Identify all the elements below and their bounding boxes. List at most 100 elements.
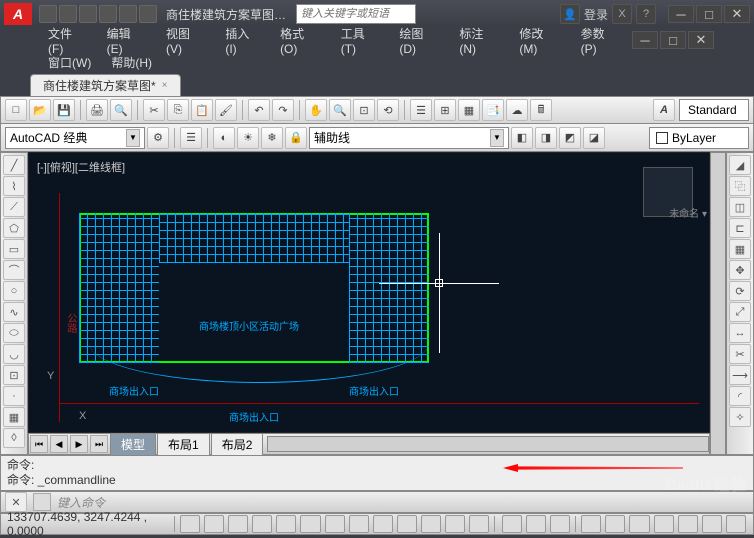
qat-open-icon[interactable] <box>59 5 77 23</box>
redo-icon[interactable]: ↷ <box>272 99 294 121</box>
paste-icon[interactable]: 📋 <box>191 99 213 121</box>
tab-last-icon[interactable]: ⏭ <box>90 435 108 453</box>
ellipse-arc-icon[interactable]: ◡ <box>3 344 25 364</box>
properties-icon[interactable]: ☰ <box>410 99 432 121</box>
open-icon[interactable]: 📂 <box>29 99 51 121</box>
circle-icon[interactable]: ○ <box>3 281 25 301</box>
text-style-icon[interactable]: A <box>653 99 675 121</box>
model-space-icon[interactable] <box>502 515 522 533</box>
new-icon[interactable]: □ <box>5 99 27 121</box>
print-icon[interactable]: 🖨 <box>86 99 108 121</box>
tpy-icon[interactable] <box>421 515 441 533</box>
scale-icon[interactable]: ⤢ <box>729 302 751 322</box>
menu-tools[interactable]: 工具(T) <box>333 23 388 58</box>
command-input[interactable]: 键入命令 <box>57 494 749 511</box>
rectangle-icon[interactable]: ▭ <box>3 239 25 259</box>
layer-tool3-icon[interactable]: ◩ <box>559 127 581 149</box>
tab-next-icon[interactable]: ▶ <box>70 435 88 453</box>
chevron-down-icon[interactable]: ▼ <box>126 129 140 147</box>
region-icon[interactable]: ◊ <box>3 428 25 448</box>
maximize-button[interactable]: □ <box>696 5 722 23</box>
help-icon[interactable]: ? <box>636 4 656 24</box>
osnap-icon[interactable] <box>276 515 296 533</box>
rotate-icon[interactable]: ⟳ <box>729 281 751 301</box>
qat-print-icon[interactable] <box>139 5 157 23</box>
user-icon[interactable]: 👤 <box>560 4 580 24</box>
doc-maximize-button[interactable]: □ <box>660 31 686 49</box>
drawing-canvas[interactable]: [-][俯视][二维线框] 未命名 ▾ 公路 商场楼顶小区活动广场 商场出入口 … <box>28 152 710 433</box>
mirror-icon[interactable]: ◫ <box>729 197 751 217</box>
polar-icon[interactable] <box>252 515 272 533</box>
calc-icon[interactable]: 🖩 <box>530 99 552 121</box>
offset-icon[interactable]: ⊏ <box>729 218 751 238</box>
login-link[interactable]: 登录 <box>584 6 608 23</box>
cut-icon[interactable]: ✂ <box>143 99 165 121</box>
layout-icon[interactable] <box>526 515 546 533</box>
ducs-icon[interactable] <box>349 515 369 533</box>
block-icon[interactable]: ⊡ <box>3 365 25 385</box>
markup-icon[interactable]: ☁ <box>506 99 528 121</box>
freeze-icon[interactable]: ❄ <box>261 127 283 149</box>
explode-icon[interactable]: ✧ <box>729 407 751 427</box>
command-prompt-icon[interactable] <box>33 493 51 511</box>
zoom-window-icon[interactable]: ⊡ <box>353 99 375 121</box>
grid-icon[interactable] <box>204 515 224 533</box>
erase-icon[interactable]: ◢ <box>729 155 751 175</box>
hardware-accel-icon[interactable] <box>678 515 698 533</box>
sc-icon[interactable] <box>469 515 489 533</box>
lock-ui-icon[interactable] <box>654 515 674 533</box>
match-icon[interactable]: 🖌 <box>215 99 237 121</box>
polygon-icon[interactable]: ⬠ <box>3 218 25 238</box>
polyline-icon[interactable]: ⌇ <box>3 176 25 196</box>
workspace-combo[interactable]: AutoCAD 经典 ▼ <box>5 127 145 149</box>
menu-window[interactable]: 窗口(W) <box>40 52 99 73</box>
save-icon[interactable]: 💾 <box>53 99 75 121</box>
dyn-icon[interactable] <box>373 515 393 533</box>
layer-tool2-icon[interactable]: ◨ <box>535 127 557 149</box>
copy-obj-icon[interactable]: ⿻ <box>729 176 751 196</box>
zoom-icon[interactable]: 🔍 <box>329 99 351 121</box>
tab-layout1[interactable]: 布局1 <box>157 433 210 456</box>
menu-annotate[interactable]: 标注(N) <box>451 23 507 58</box>
chevron-down-icon[interactable]: ▼ <box>490 129 504 147</box>
sun-icon[interactable]: ☀ <box>237 127 259 149</box>
close-button[interactable]: ✕ <box>724 5 750 23</box>
sheet-set-icon[interactable]: 📑 <box>482 99 504 121</box>
layer-state-icon[interactable]: ◐ <box>213 127 235 149</box>
undo-icon[interactable]: ↶ <box>248 99 270 121</box>
viewcube-label[interactable]: 未命名 ▾ <box>669 205 707 220</box>
exchange-icon[interactable]: X <box>612 4 632 24</box>
layer-manager-icon[interactable]: ☰ <box>180 127 202 149</box>
aux-layer-combo[interactable]: 辅助线 ▼ <box>309 127 509 149</box>
line-icon[interactable]: ╱ <box>3 155 25 175</box>
tool-palette-icon[interactable]: ▦ <box>458 99 480 121</box>
doc-minimize-button[interactable]: ─ <box>632 31 658 49</box>
ortho-icon[interactable] <box>228 515 248 533</box>
copy-icon[interactable]: ⎘ <box>167 99 189 121</box>
workspace-switch-icon[interactable] <box>629 515 649 533</box>
menu-format[interactable]: 格式(O) <box>272 23 329 58</box>
move-icon[interactable]: ✥ <box>729 260 751 280</box>
doc-close-button[interactable]: ✕ <box>688 31 714 49</box>
menu-draw[interactable]: 绘图(D) <box>391 23 447 58</box>
view-label[interactable]: [-][俯视][二维线框] <box>37 159 125 175</box>
qp-icon[interactable] <box>445 515 465 533</box>
coordinates-label[interactable]: 133707.4639, 3247.4244 , 0.0000 <box>7 510 170 538</box>
arc-icon[interactable]: ⌒ <box>3 260 25 280</box>
tab-first-icon[interactable]: ⏮ <box>30 435 48 453</box>
workspace-gear-icon[interactable]: ⚙ <box>147 127 169 149</box>
layer-tool4-icon[interactable]: ◪ <box>583 127 605 149</box>
tab-model[interactable]: 模型 <box>110 433 156 456</box>
hatch-icon[interactable]: ▦ <box>3 407 25 427</box>
stretch-icon[interactable]: ↔ <box>729 323 751 343</box>
otrack-icon[interactable] <box>325 515 345 533</box>
preview-icon[interactable]: 🔍 <box>110 99 132 121</box>
annotation-vis-icon[interactable] <box>605 515 625 533</box>
design-center-icon[interactable]: ⊞ <box>434 99 456 121</box>
pan-icon[interactable]: ✋ <box>305 99 327 121</box>
ellipse-icon[interactable]: ⬭ <box>3 323 25 343</box>
lock-icon[interactable]: 🔒 <box>285 127 307 149</box>
clean-screen-icon[interactable] <box>726 515 746 533</box>
qat-new-icon[interactable] <box>39 5 57 23</box>
qat-redo-icon[interactable] <box>119 5 137 23</box>
